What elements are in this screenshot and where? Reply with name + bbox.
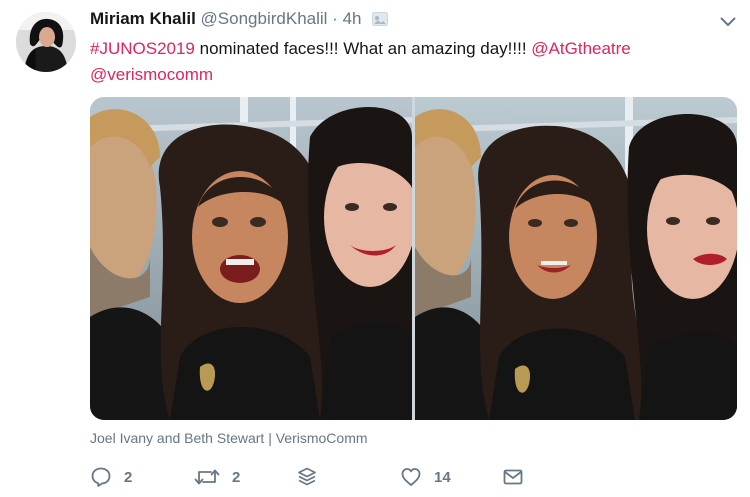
retweet-button[interactable]: 2 [194, 463, 240, 491]
stack-button[interactable] [296, 463, 318, 491]
mention-link-verismocomm[interactable]: @verismocomm [90, 65, 213, 84]
avatar[interactable] [16, 12, 76, 72]
chevron-down-icon[interactable] [720, 14, 736, 32]
retweet-count: 2 [232, 468, 241, 486]
heart-icon [400, 466, 422, 488]
separator-dot: · [332, 9, 338, 28]
direct-message-button[interactable] [502, 463, 524, 491]
translator-icon [372, 11, 389, 31]
retweet-icon [194, 466, 220, 488]
media-gallery [90, 97, 737, 420]
timestamp[interactable]: 4h [343, 9, 362, 28]
photo-left[interactable] [90, 97, 412, 420]
reply-icon [90, 466, 112, 488]
tweet-text: #JUNOS2019 nominated faces!!! What an am… [90, 36, 730, 88]
like-count: 14 [434, 468, 451, 486]
photo-right[interactable] [415, 97, 737, 420]
media-caption[interactable]: Joel Ivany and Beth Stewart | VerismoCom… [90, 430, 368, 446]
tweet-header: Miriam Khalil @SongbirdKhalil · 4h [90, 9, 710, 33]
hashtag-link[interactable]: #JUNOS2019 [90, 39, 195, 58]
like-button[interactable]: 14 [400, 463, 451, 491]
stack-icon [296, 466, 318, 488]
envelope-icon [502, 466, 524, 488]
mention-link-atgtheatre[interactable]: @AtGtheatre [531, 39, 630, 58]
author-name[interactable]: Miriam Khalil [90, 9, 196, 28]
author-handle[interactable]: @SongbirdKhalil [201, 9, 328, 28]
reply-button[interactable]: 2 [90, 463, 132, 491]
reply-count: 2 [124, 468, 133, 486]
tweet-body: nominated faces!!! What an amazing day!!… [194, 39, 532, 58]
